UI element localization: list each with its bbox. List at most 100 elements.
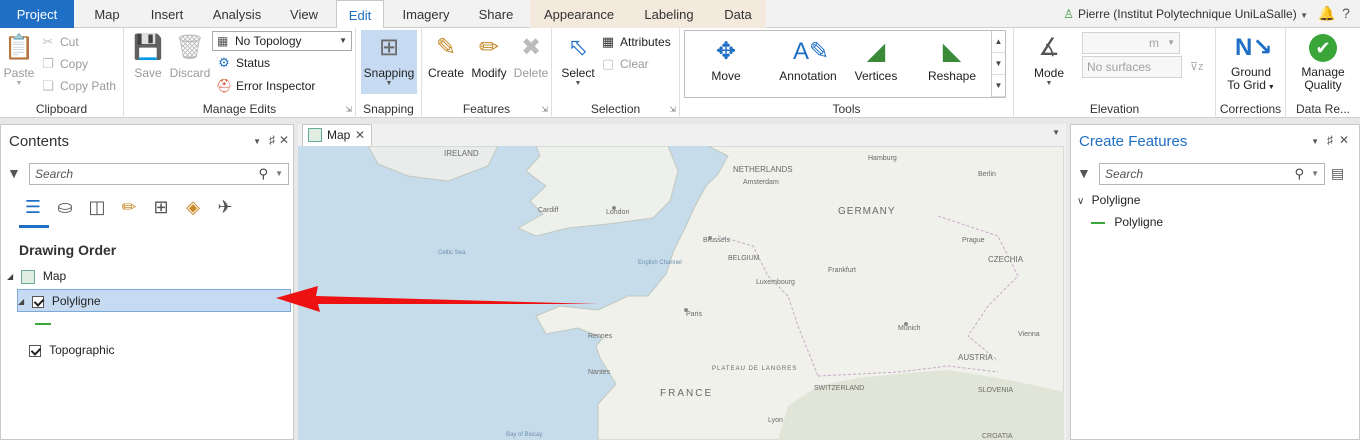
tab-labeling[interactable]: Labeling [628, 0, 710, 28]
template-item-polyligne[interactable]: Polyligne [1091, 211, 1163, 233]
list-by-perspective-icon[interactable]: ✈ [213, 195, 237, 219]
annotation-label: Annotation [779, 69, 837, 83]
label-bay-of-biscay: Bay of Biscay [506, 432, 542, 438]
tab-share[interactable]: Share [468, 0, 524, 28]
template-group-label: Polyligne [1091, 193, 1141, 207]
clear-selection-button[interactable]: ▢ Clear [600, 54, 649, 74]
chevron-down-icon: ▼ [1311, 169, 1319, 178]
group-corrections: N↘ Ground To Grid ▼ Corrections [1216, 28, 1286, 118]
template-group-polyligne[interactable]: ∨ Polyligne [1077, 189, 1140, 211]
paste-icon: 📋 [4, 34, 34, 61]
copy-path-button[interactable]: ❏ Copy Path [40, 76, 116, 96]
map-icon [20, 269, 35, 284]
manage-quality-button[interactable]: ✔ Manage Quality [1290, 32, 1356, 92]
active-view-indicator [19, 225, 49, 228]
create-features-search-input[interactable]: Search ⚲ ▼ [1099, 163, 1325, 185]
attributes-button[interactable]: ▦ Attributes [600, 32, 671, 52]
tree-item-map[interactable]: ◢ Map [7, 265, 66, 287]
tab-project[interactable]: Project [0, 0, 74, 28]
close-icon[interactable]: ✕ [1339, 133, 1349, 147]
launcher-icon[interactable]: ⇲ [541, 105, 548, 114]
error-inspector-button[interactable]: ⛑ Error Inspector [216, 76, 315, 96]
city-dot [708, 236, 712, 240]
user-account-menu[interactable]: ♙ Pierre (Institut Polytechnique UniLaSal… [1063, 0, 1308, 28]
filter-icon[interactable]: ▼ [7, 165, 21, 181]
tab-imagery[interactable]: Imagery [392, 0, 460, 28]
save-button[interactable]: 💾 Save [130, 32, 166, 80]
collapse-triangle-icon[interactable]: ◢ [7, 266, 13, 288]
tab-appearance[interactable]: Appearance [530, 0, 628, 28]
move-tool[interactable]: ✥ Move [689, 33, 763, 95]
close-icon[interactable]: ✕ [279, 133, 289, 147]
select-cursor-icon: ⬁ [567, 34, 589, 61]
topology-dropdown[interactable]: ▦ No Topology ▼ [212, 31, 352, 51]
move-arrows-icon: ✥ [715, 38, 737, 65]
elevation-mode-button[interactable]: ∡ Mode ▼ [1028, 32, 1070, 87]
modify-features-icon: ✏ [478, 34, 500, 61]
tab-insert[interactable]: Insert [140, 0, 194, 28]
pane-menu-icon[interactable]: ▼ [253, 137, 261, 146]
tab-edit[interactable]: Edit [336, 0, 384, 29]
launcher-icon[interactable]: ⇲ [669, 105, 676, 114]
copy-button[interactable]: ❐ Copy [40, 54, 88, 74]
paste-button[interactable]: 📋 Paste ▼ [2, 32, 36, 87]
label-slovenia: SLOVENIA [978, 387, 1013, 394]
error-inspector-icon: ⛑ [216, 78, 233, 93]
status-button[interactable]: ⚙ Status [216, 53, 270, 73]
discard-label: Discard [169, 66, 211, 80]
list-by-editing-icon[interactable]: ✏ [117, 195, 141, 219]
group-label-selection: Selection [590, 102, 641, 116]
contents-search-input[interactable]: Search ⚲ ▼ [29, 163, 289, 185]
gallery-expand-icon[interactable]: ▼ [992, 75, 1005, 97]
list-by-drawing-order-icon[interactable]: ☰ [21, 195, 45, 219]
gallery-down-icon[interactable]: ▼ [992, 53, 1005, 75]
elevation-value-input[interactable]: m ▼ [1082, 32, 1180, 54]
map-view-tab[interactable]: Map ✕ [302, 124, 372, 146]
city-dot [684, 308, 688, 312]
reshape-tool[interactable]: ◣ Reshape [915, 33, 989, 95]
pin-icon[interactable]: ♯ [269, 133, 275, 147]
chevron-down-icon[interactable]: ∨ [1077, 196, 1084, 207]
collapse-triangle-icon[interactable]: ◢ [18, 291, 24, 313]
tab-map[interactable]: Map [80, 0, 134, 28]
label-czechia: CZECHIA [988, 255, 1024, 264]
select-button[interactable]: ⬁ Select ▼ [558, 32, 598, 87]
city-dot [612, 206, 616, 210]
city-dot [904, 322, 908, 326]
delete-button[interactable]: ✖ Delete [512, 32, 550, 80]
ground-to-grid-button[interactable]: N↘ Ground To Grid ▼ [1220, 32, 1282, 94]
launcher-icon[interactable]: ⇲ [345, 105, 352, 114]
label-prague: Prague [962, 237, 985, 244]
layer-visibility-checkbox[interactable] [29, 344, 41, 357]
create-button[interactable]: ✎ Create [426, 32, 466, 80]
tab-view[interactable]: View [280, 0, 328, 28]
map-canvas[interactable]: IRELAND NETHERLANDS Amsterdam GERMANY BE… [298, 146, 1064, 440]
manage-templates-icon[interactable]: ▤ [1331, 165, 1344, 182]
label-frankfurt: Frankfurt [828, 267, 856, 274]
gallery-scroll[interactable]: ▲ ▼ ▼ [991, 31, 1005, 97]
notification-bell-icon[interactable]: 🔔 [1318, 5, 1335, 21]
modify-button[interactable]: ✏ Modify [468, 32, 510, 80]
create-features-icon: ✎ [435, 34, 457, 61]
list-by-source-icon[interactable]: ⛀ [53, 195, 77, 219]
tab-data[interactable]: Data [710, 0, 766, 28]
filter-icon[interactable]: ▼ [1077, 165, 1091, 181]
tree-item-polyligne[interactable]: ◢ Polyligne [17, 289, 291, 312]
surfaces-dropdown[interactable]: No surfaces [1082, 56, 1182, 78]
cut-button[interactable]: ✂ Cut [40, 32, 79, 52]
list-by-selection-icon[interactable]: ◫ [85, 195, 109, 219]
help-icon[interactable]: ? [1338, 5, 1354, 21]
close-icon[interactable]: ✕ [355, 125, 365, 145]
snapping-button[interactable]: ⊞ Snapping ▼ [361, 30, 417, 94]
tab-analysis[interactable]: Analysis [204, 0, 270, 28]
list-by-labeling-icon[interactable]: ◈ [181, 195, 205, 219]
pin-icon[interactable]: ♯ [1327, 133, 1333, 147]
pane-menu-icon[interactable]: ▼ [1311, 137, 1319, 146]
vertices-tool[interactable]: ◢ Vertices [839, 33, 913, 95]
tree-item-topographic[interactable]: Topographic [29, 339, 115, 361]
gallery-up-icon[interactable]: ▲ [992, 31, 1005, 53]
list-by-snapping-icon[interactable]: ⊞ [149, 195, 173, 219]
chevron-down-icon[interactable]: ▼ [1052, 128, 1060, 137]
layer-visibility-checkbox[interactable] [31, 295, 44, 308]
discard-button[interactable]: 🗑 Discard [168, 32, 212, 80]
